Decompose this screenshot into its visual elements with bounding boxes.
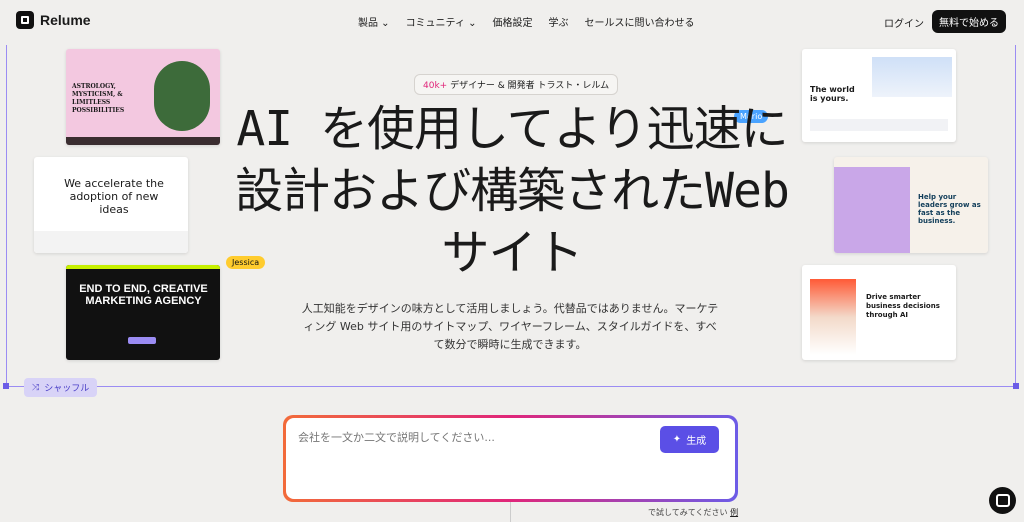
resize-handle-left[interactable] bbox=[3, 383, 9, 389]
card-headline: END TO END, CREATIVE MARKETING AGENCY bbox=[79, 283, 208, 307]
card-headline: The world is yours. bbox=[810, 85, 855, 103]
card-footer-bar bbox=[66, 137, 220, 145]
trust-badge: 40k+ デザイナー & 開発者 トラスト・レルム bbox=[414, 74, 619, 95]
trust-text: デザイナー & 開発者 トラスト・レルム bbox=[447, 81, 610, 91]
brand-name: Relume bbox=[40, 12, 91, 28]
sparkle-icon: ✦ bbox=[672, 434, 682, 445]
card-headline: ASTROLOGY, MYSTICISM, & LIMITLESS POSSIB… bbox=[72, 83, 125, 114]
decorative-stack bbox=[810, 279, 856, 355]
menu-products[interactable]: 製品 ⌄ bbox=[358, 14, 390, 29]
portrait-image bbox=[154, 61, 210, 131]
card-button bbox=[128, 337, 156, 344]
example-site-card-accelerate[interactable]: We accelerate the adoption of new ideas bbox=[34, 157, 188, 253]
hero-title: AI を使用してより迅速に設計および構築されたWeb サイト bbox=[235, 101, 790, 281]
login-link[interactable]: ログイン bbox=[884, 15, 924, 30]
example-site-card-leaders[interactable]: Help your leaders grow as fast as the bu… bbox=[834, 157, 988, 253]
example-site-card-travel[interactable]: The world is yours. bbox=[802, 49, 956, 142]
menu-community[interactable]: コミュニティ ⌄ bbox=[406, 14, 477, 29]
card-top-bar bbox=[66, 265, 220, 269]
trust-count: 40k+ bbox=[423, 81, 448, 91]
chat-support-icon[interactable] bbox=[989, 487, 1016, 514]
card-headline: Drive smarter business decisions through… bbox=[866, 293, 940, 319]
relume-logo-icon bbox=[16, 11, 34, 29]
booking-bar bbox=[810, 119, 948, 131]
card-headline: Help your leaders grow as fast as the bu… bbox=[918, 193, 981, 225]
example-site-card-astrology[interactable]: ASTROLOGY, MYSTICISM, & LIMITLESS POSSIB… bbox=[66, 49, 220, 145]
menu-pricing[interactable]: 価格設定 bbox=[493, 14, 533, 29]
company-description-input[interactable] bbox=[296, 430, 640, 445]
person-image bbox=[834, 167, 910, 253]
shuffle-label: シャッフル bbox=[44, 384, 90, 394]
try-example: で試してみてください 例 bbox=[648, 507, 738, 518]
hero-subtitle: 人工知能をデザインの味方として活用しましょう。代替品ではありません。マーケティン… bbox=[301, 302, 719, 351]
start-free-button[interactable]: 無料で始める bbox=[932, 10, 1006, 33]
resize-handle-right[interactable] bbox=[1013, 383, 1019, 389]
airplane-image bbox=[872, 57, 952, 97]
menu-learn[interactable]: 学ぶ bbox=[549, 14, 569, 29]
menu-contact-sales[interactable]: セールスに問い合わせる bbox=[585, 14, 695, 29]
generate-button[interactable]: ✦ 生成 bbox=[660, 426, 719, 453]
divider-line bbox=[510, 502, 511, 522]
prompt-inner: ✦ 生成 bbox=[286, 418, 735, 499]
prompt-box: ✦ 生成 bbox=[283, 415, 738, 502]
generate-label: 生成 bbox=[686, 436, 707, 447]
card-icons-row bbox=[34, 231, 188, 253]
main-menu: 製品 ⌄ コミュニティ ⌄ 価格設定 学ぶ セールスに問い合わせる bbox=[358, 14, 695, 29]
example-site-card-agency[interactable]: END TO END, CREATIVE MARKETING AGENCY bbox=[66, 265, 220, 360]
example-link[interactable]: 例 bbox=[730, 508, 738, 517]
top-nav: Relume 製品 ⌄ コミュニティ ⌄ 価格設定 学ぶ セールスに問い合わせる… bbox=[0, 0, 1024, 44]
card-headline: We accelerate the adoption of new ideas bbox=[64, 177, 164, 216]
shuffle-icon: ⤨ bbox=[32, 382, 40, 393]
brand-logo[interactable]: Relume bbox=[16, 11, 91, 29]
try-text: で試してみてください bbox=[648, 508, 728, 517]
example-site-card-ai-decisions[interactable]: Drive smarter business decisions through… bbox=[802, 265, 956, 360]
shuffle-button[interactable]: ⤨ シャッフル bbox=[24, 378, 98, 397]
